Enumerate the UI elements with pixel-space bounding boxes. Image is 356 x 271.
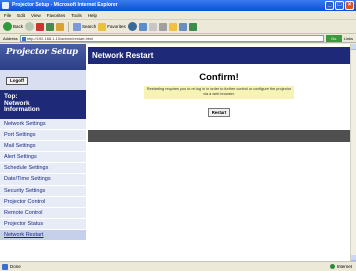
back-arrow-icon bbox=[3, 22, 12, 31]
restart-button[interactable]: Restart bbox=[208, 108, 230, 117]
forward-button[interactable] bbox=[25, 22, 35, 32]
logout-area: Logoff bbox=[0, 70, 86, 90]
page-title: Network Restart bbox=[88, 47, 350, 64]
stop-button[interactable] bbox=[36, 22, 45, 32]
sidebar: Projector Setup Logoff Top: Network Info… bbox=[0, 44, 86, 261]
vertical-scrollbar[interactable] bbox=[350, 44, 356, 261]
address-label: Address bbox=[3, 35, 18, 41]
back-label: Back bbox=[13, 24, 24, 29]
menubar: File Edit View Favorites Tools Help bbox=[0, 11, 356, 20]
search-icon bbox=[73, 22, 82, 31]
history-button[interactable] bbox=[138, 22, 147, 32]
search-button[interactable]: Search bbox=[73, 22, 96, 32]
refresh-icon bbox=[46, 22, 55, 31]
media-icon bbox=[127, 22, 137, 31]
sidebar-item-security-settings[interactable]: Security Settings bbox=[0, 185, 86, 197]
sidebar-item-remote-control[interactable]: Remote Control bbox=[0, 207, 86, 219]
address-input[interactable]: http://192.168.1.10/admin/restart.html bbox=[19, 34, 324, 42]
menu-file[interactable]: File bbox=[4, 11, 11, 19]
sidebar-top-network-information[interactable]: Top: Network Information bbox=[0, 90, 86, 119]
mail-button[interactable] bbox=[148, 22, 157, 32]
refresh-button[interactable] bbox=[46, 22, 55, 32]
window-title: Projector Setup - Microsoft Internet Exp… bbox=[12, 2, 118, 8]
discuss-button[interactable] bbox=[178, 22, 187, 32]
messenger-button[interactable] bbox=[188, 22, 197, 32]
globe-icon bbox=[329, 264, 335, 269]
sidebar-item-port-settings[interactable]: Port Settings bbox=[0, 130, 86, 142]
go-button[interactable]: Go bbox=[325, 34, 342, 42]
mail-icon bbox=[148, 22, 157, 31]
minimize-button[interactable]: _ bbox=[325, 1, 334, 10]
links-label[interactable]: Links bbox=[344, 36, 353, 41]
page-icon bbox=[21, 36, 26, 41]
sidebar-nav: Network Settings Port Settings Mail Sett… bbox=[0, 119, 86, 242]
stop-icon bbox=[36, 22, 45, 31]
home-icon bbox=[56, 22, 65, 31]
security-zone: Internet bbox=[329, 262, 352, 271]
confirm-message: Restarting requires you to re-log in in … bbox=[144, 86, 294, 99]
logo: Projector Setup bbox=[0, 44, 86, 70]
zone-label: Internet bbox=[336, 264, 352, 269]
page-content: Projector Setup Logoff Top: Network Info… bbox=[0, 44, 350, 261]
print-icon bbox=[158, 22, 167, 31]
favorites-label: Favorites bbox=[107, 24, 126, 29]
media-button[interactable] bbox=[127, 22, 137, 32]
menu-help[interactable]: Help bbox=[88, 11, 97, 19]
scroll-up-icon[interactable] bbox=[351, 44, 356, 50]
page-done-icon bbox=[2, 264, 8, 270]
logoff-button[interactable]: Logoff bbox=[6, 77, 28, 85]
footer-bar bbox=[88, 130, 350, 142]
sidebar-item-network-restart[interactable]: Network Restart bbox=[0, 229, 86, 242]
sidebar-item-date-time-settings[interactable]: Date/Time Settings bbox=[0, 174, 86, 186]
address-value: http://192.168.1.10/admin/restart.html bbox=[26, 35, 94, 41]
toolbar-separator bbox=[68, 21, 70, 32]
menu-edit[interactable]: Edit bbox=[17, 11, 25, 19]
toolbar: Back Search Favorites bbox=[0, 20, 356, 34]
edit-icon bbox=[168, 22, 177, 31]
sidebar-item-projector-control[interactable]: Projector Control bbox=[0, 196, 86, 208]
menu-favorites[interactable]: Favorites bbox=[47, 11, 66, 19]
sidebar-item-network-settings[interactable]: Network Settings bbox=[0, 119, 86, 131]
forward-arrow-icon bbox=[25, 22, 35, 31]
search-label: Search bbox=[82, 24, 97, 29]
address-bar: Address http://192.168.1.10/admin/restar… bbox=[0, 34, 356, 43]
history-icon bbox=[138, 22, 147, 31]
go-label: Go bbox=[330, 35, 337, 41]
back-button[interactable]: Back bbox=[3, 22, 23, 32]
print-button[interactable] bbox=[158, 22, 167, 32]
home-button[interactable] bbox=[56, 22, 65, 32]
messenger-icon bbox=[188, 22, 197, 31]
window-controls: _ □ × bbox=[325, 1, 354, 10]
close-button[interactable]: × bbox=[345, 1, 354, 10]
menu-view[interactable]: View bbox=[31, 11, 41, 19]
discuss-icon bbox=[178, 22, 187, 31]
star-icon bbox=[98, 22, 107, 31]
ie-icon bbox=[2, 2, 9, 9]
sidebar-item-mail-settings[interactable]: Mail Settings bbox=[0, 141, 86, 153]
confirm-heading: Confirm! bbox=[199, 72, 239, 83]
status-bar: Done Internet bbox=[0, 261, 356, 271]
favorites-button[interactable]: Favorites bbox=[98, 22, 126, 32]
status-text: Done bbox=[10, 264, 21, 269]
edit-button[interactable] bbox=[168, 22, 177, 32]
maximize-button[interactable]: □ bbox=[335, 1, 344, 10]
window-titlebar: Projector Setup - Microsoft Internet Exp… bbox=[0, 0, 356, 11]
menu-tools[interactable]: Tools bbox=[71, 11, 82, 19]
sidebar-item-schedule-settings[interactable]: Schedule Settings bbox=[0, 163, 86, 175]
sidebar-item-projector-status[interactable]: Projector Status bbox=[0, 218, 86, 230]
sidebar-item-alert-settings[interactable]: Alert Settings bbox=[0, 152, 86, 164]
